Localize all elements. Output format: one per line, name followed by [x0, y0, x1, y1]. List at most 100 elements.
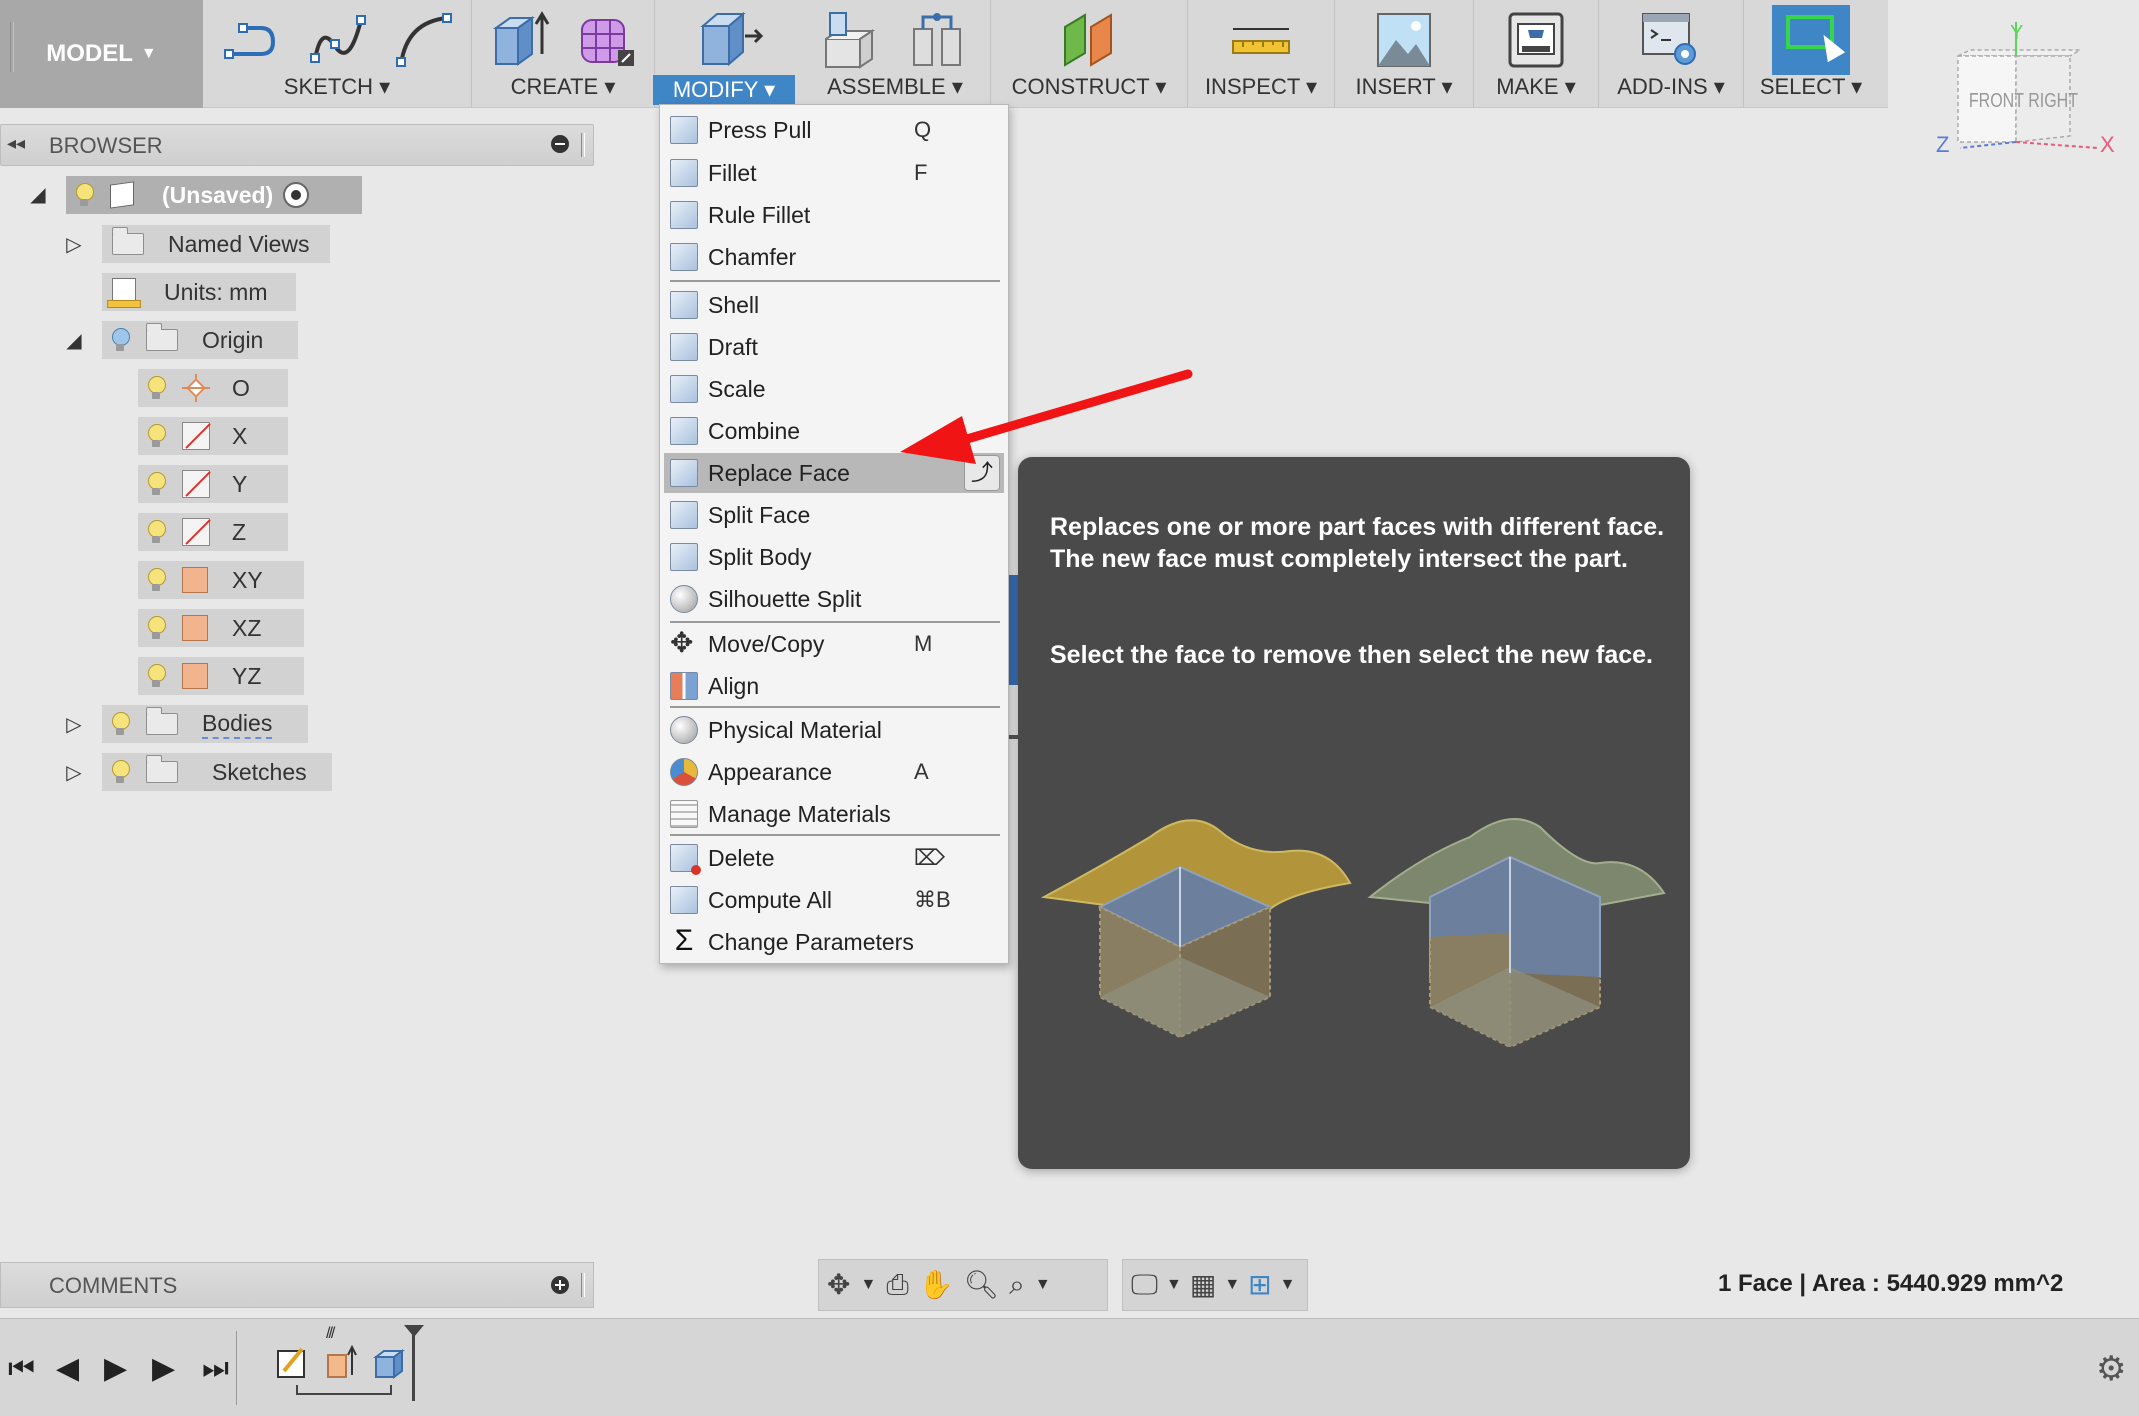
visibility-bulb-icon[interactable] — [148, 520, 166, 544]
menu-item-move-copy[interactable]: Move/Copy M — [664, 624, 1004, 664]
visibility-bulb-icon[interactable] — [112, 328, 130, 352]
comments-panel-header[interactable]: COMMENTS — [0, 1262, 594, 1308]
create-group[interactable]: CREATE ▾ — [472, 0, 654, 108]
visibility-bulb-icon[interactable] — [112, 712, 130, 736]
tooltip-instruction: Select the face to remove then select th… — [1050, 641, 1654, 669]
tree-units[interactable]: Units: mm — [102, 273, 296, 311]
menu-item-physical-material[interactable]: Physical Material — [664, 710, 1004, 750]
press-pull-icon — [670, 116, 698, 144]
tree-z-axis[interactable]: Z — [138, 513, 288, 551]
construct-group[interactable]: CONSTRUCT ▾ — [991, 0, 1187, 108]
panel-grip[interactable] — [581, 133, 585, 157]
look-at-icon[interactable]: ⎙ — [886, 1271, 908, 1299]
assemble-group[interactable]: ASSEMBLE ▾ — [800, 0, 990, 108]
feature-group-marker: /// — [326, 1325, 335, 1342]
timeline-marker-head[interactable] — [404, 1325, 424, 1337]
viewcube[interactable]: FRONT RIGHT Y Z X — [1930, 20, 2120, 170]
menu-item-label: Scale — [708, 375, 766, 402]
tree-root[interactable]: (Unsaved) — [66, 176, 362, 214]
visibility-bulb-icon[interactable] — [76, 183, 94, 207]
menu-item-shell[interactable]: Shell — [664, 285, 1004, 325]
menu-item-silhouette-split[interactable]: Silhouette Split — [664, 579, 1004, 619]
menu-item-align[interactable]: Align — [664, 666, 1004, 706]
orbit-icon[interactable]: ✥ — [827, 1271, 850, 1299]
display-settings-icon[interactable]: 🖵︎ — [1131, 1271, 1158, 1299]
tree-origin-point[interactable]: O — [138, 369, 288, 407]
menu-item-change-parameters[interactable]: Σ Change Parameters — [664, 922, 1004, 962]
menu-item-fillet[interactable]: Fillet F — [664, 153, 1004, 193]
add-ins-group[interactable]: ADD-INS ▾ — [1599, 0, 1743, 108]
tree-sketches[interactable]: Sketches — [102, 753, 332, 791]
tree-yz-plane[interactable]: YZ — [138, 657, 304, 695]
extrude-feature-icon[interactable] — [324, 1345, 358, 1379]
go-to-start-icon[interactable]: ⏮ — [8, 1349, 35, 1389]
activate-radio[interactable] — [283, 182, 310, 208]
visibility-bulb-icon[interactable] — [148, 616, 166, 640]
step-forward-icon[interactable]: ▶︎ — [152, 1349, 175, 1389]
chevron-down-icon[interactable]: ▼ — [1166, 1276, 1182, 1294]
viewports-icon[interactable]: ⊞ — [1248, 1271, 1271, 1299]
visibility-bulb-icon[interactable] — [148, 472, 166, 496]
tree-y-axis[interactable]: Y — [138, 465, 288, 503]
chevron-down-icon[interactable]: ▼ — [860, 1276, 876, 1294]
add-comment-icon[interactable] — [551, 1276, 569, 1294]
tree-bodies[interactable]: Bodies — [102, 705, 308, 743]
select-group[interactable]: SELECT ▾ — [1744, 0, 1878, 108]
expand-named-views-icon[interactable]: ▷ — [62, 232, 86, 257]
insert-group[interactable]: INSERT ▾ — [1335, 0, 1473, 108]
menu-item-manage-materials[interactable]: Manage Materials — [664, 794, 1004, 834]
visibility-bulb-icon[interactable] — [148, 568, 166, 592]
browser-header[interactable]: ◂◂ BROWSER — [0, 124, 594, 166]
delete-icon — [670, 844, 701, 875]
gear-icon[interactable]: ⚙ — [2096, 1349, 2126, 1389]
selection-status: 1 Face | Area : 5440.929 mm^2 — [1718, 1270, 2064, 1297]
play-icon[interactable]: ▶︎ — [104, 1349, 127, 1389]
workspace-switcher[interactable]: MODEL ▼ — [0, 0, 203, 108]
timeline-marker[interactable] — [412, 1329, 415, 1401]
pan-hand-icon[interactable]: ✋ — [919, 1271, 954, 1299]
fit-zoom-icon[interactable]: ⌕ — [1009, 1271, 1025, 1299]
expand-origin-icon[interactable]: ◢ — [62, 328, 86, 353]
chevron-down-icon[interactable]: ▼ — [1280, 1276, 1296, 1294]
menu-item-press-pull[interactable]: Press Pull Q — [664, 110, 1004, 150]
tree-origin[interactable]: Origin — [102, 321, 298, 359]
sketch-group[interactable]: SKETCH ▾ — [203, 0, 471, 108]
menu-item-label: Replace Face — [708, 459, 850, 486]
zoom-icon[interactable]: 🔍︎ — [964, 1271, 1000, 1299]
tree-x-axis[interactable]: X — [138, 417, 288, 455]
inspect-group[interactable]: INSPECT ▾ — [1188, 0, 1334, 108]
step-back-icon[interactable]: ◀︎ — [56, 1349, 79, 1389]
go-to-end-icon[interactable]: ⏭ — [202, 1349, 229, 1389]
make-group[interactable]: MAKE ▾ — [1474, 0, 1598, 108]
sketch-feature-icon[interactable] — [276, 1345, 310, 1379]
expand-root-icon[interactable]: ◢ — [26, 182, 50, 207]
viewcube-right[interactable]: RIGHT — [2028, 90, 2078, 113]
menu-item-compute-all[interactable]: Compute All ⌘B — [664, 880, 1004, 920]
menu-item-split-body[interactable]: Split Body — [664, 537, 1004, 577]
expand-sketches-icon[interactable]: ▷ — [62, 760, 86, 785]
visibility-bulb-icon[interactable] — [148, 424, 166, 448]
collapse-panel-icon[interactable]: ◂◂ — [7, 133, 25, 154]
grid-icon[interactable]: ▦ — [1190, 1271, 1216, 1299]
expand-bodies-icon[interactable]: ▷ — [62, 712, 86, 737]
body-feature-icon[interactable] — [372, 1345, 406, 1379]
panel-grip[interactable] — [581, 1273, 585, 1297]
chevron-down-icon[interactable]: ▼ — [1224, 1276, 1240, 1294]
chevron-down-icon[interactable]: ▼ — [1035, 1276, 1051, 1294]
menu-item-chamfer[interactable]: Chamfer — [664, 237, 1004, 277]
visibility-bulb-icon[interactable] — [148, 376, 166, 400]
tree-xy-plane[interactable]: XY — [138, 561, 304, 599]
menu-item-appearance[interactable]: Appearance A — [664, 752, 1004, 792]
visibility-bulb-icon[interactable] — [112, 760, 130, 784]
menu-item-label: Compute All — [708, 886, 833, 913]
menu-item-split-face[interactable]: Split Face — [664, 495, 1004, 535]
xy-plane-label: XY — [232, 566, 263, 593]
menu-item-delete[interactable]: Delete ⌦ — [664, 838, 1004, 878]
browser-toggle-icon[interactable] — [551, 135, 569, 153]
tree-named-views[interactable]: Named Views — [102, 225, 330, 263]
toolbar-grip[interactable] — [10, 22, 14, 72]
tree-xz-plane[interactable]: XZ — [138, 609, 304, 647]
viewcube-front[interactable]: FRONT — [1969, 90, 2024, 113]
menu-item-rule-fillet[interactable]: Rule Fillet — [664, 195, 1004, 235]
visibility-bulb-icon[interactable] — [148, 664, 166, 688]
